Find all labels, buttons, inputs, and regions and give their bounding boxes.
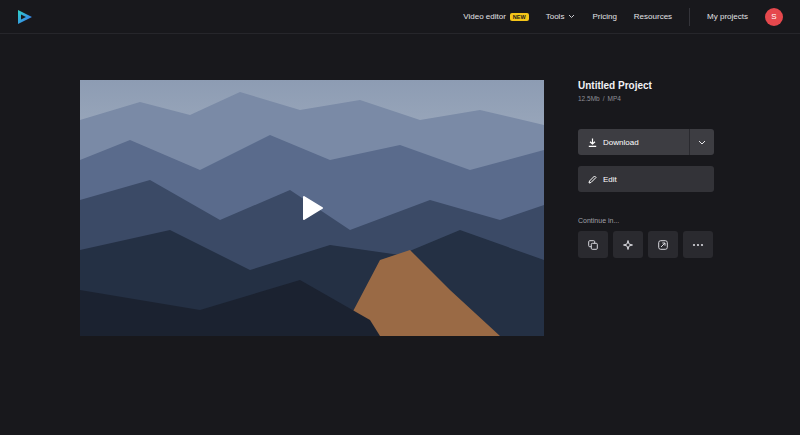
project-meta: 12.5Mb / MP4: [578, 95, 714, 102]
play-icon[interactable]: [302, 195, 324, 221]
edit-button[interactable]: Edit: [578, 166, 714, 192]
nav-item[interactable]: Resources: [634, 12, 672, 21]
nav-label[interactable]: Tools: [546, 12, 565, 21]
my-projects-link[interactable]: My projects: [707, 12, 748, 21]
nav-label[interactable]: Resources: [634, 12, 672, 21]
nav-item[interactable]: Tools: [546, 12, 576, 21]
nav-item[interactable]: Video editor NEW: [463, 12, 528, 21]
pencil-icon: [588, 175, 597, 184]
avatar[interactable]: S: [765, 8, 783, 26]
project-panel: Untitled Project 12.5Mb / MP4 Download E…: [578, 80, 714, 336]
header: Video editor NEWTools Pricing Resources …: [0, 0, 800, 34]
continue-label: Continue in...: [578, 217, 714, 224]
page: Video editor NEWTools Pricing Resources …: [0, 0, 800, 435]
chevron-down-icon: [698, 140, 706, 145]
nav: Video editor NEWTools Pricing Resources …: [463, 8, 783, 26]
continue-app-button[interactable]: [648, 231, 678, 258]
nav-label[interactable]: Video editor: [463, 12, 506, 21]
video-preview[interactable]: [80, 80, 544, 336]
more-icon: [692, 243, 704, 247]
continue-app-button[interactable]: [613, 231, 643, 258]
nav-label[interactable]: Pricing: [592, 12, 616, 21]
new-badge: NEW: [510, 13, 529, 21]
chevron-down-icon[interactable]: [568, 14, 575, 19]
continue-app-button[interactable]: [578, 231, 608, 258]
share-icon: [658, 240, 668, 250]
project-title: Untitled Project: [578, 80, 714, 92]
download-button[interactable]: Download: [578, 129, 689, 155]
download-button-group: Download: [578, 129, 714, 155]
sparkle-icon: [623, 240, 633, 250]
download-options-button[interactable]: [689, 129, 714, 155]
nav-divider: [689, 8, 690, 26]
logo-icon[interactable]: [17, 9, 33, 25]
continue-app-button[interactable]: [683, 231, 713, 258]
main: Untitled Project 12.5Mb / MP4 Download E…: [0, 34, 800, 336]
download-icon: [588, 138, 597, 147]
copy-icon: [588, 240, 598, 250]
continue-apps: [578, 231, 714, 258]
nav-item[interactable]: Pricing: [592, 12, 616, 21]
